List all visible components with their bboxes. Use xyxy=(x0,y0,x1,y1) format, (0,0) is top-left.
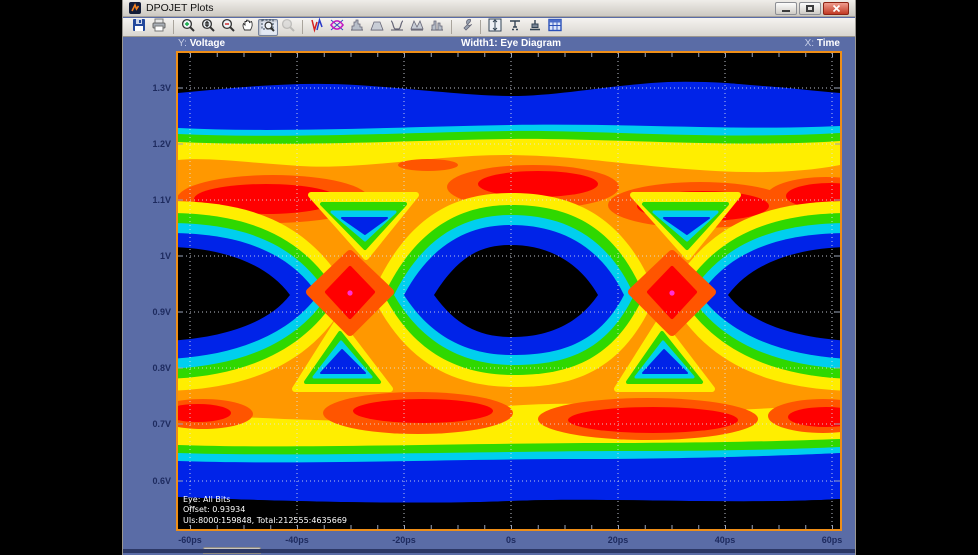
pan-hand-icon xyxy=(240,17,256,38)
x-tick-label: 0s xyxy=(505,535,517,545)
zoom-out-button[interactable] xyxy=(218,17,238,38)
configure-icon xyxy=(458,17,474,38)
zoom-undo-button[interactable] xyxy=(278,17,298,38)
zoom-out-icon xyxy=(220,17,236,38)
zoom-box-button[interactable] xyxy=(258,17,278,38)
save-icon xyxy=(131,17,147,38)
zoom-fit-button[interactable] xyxy=(198,17,218,38)
toolbar-separator xyxy=(451,20,452,34)
save-button[interactable] xyxy=(129,17,149,38)
annotation-line-2: Offset: 0.93934 xyxy=(183,505,246,514)
x-tick-label: 60ps xyxy=(821,535,843,545)
align-button[interactable] xyxy=(525,19,545,36)
plot-title: Width1: Eye Diagram xyxy=(461,38,561,49)
zoom-in-button[interactable] xyxy=(178,17,198,38)
x-tick-label: -20ps xyxy=(392,535,416,545)
vertical-cursors-button[interactable] xyxy=(485,17,505,38)
dpojet-plots-window: DPOJET Plots Y: Voltage Width1: Eye Diag… xyxy=(122,0,856,555)
zoom-box-icon xyxy=(260,17,276,38)
print-icon xyxy=(151,17,167,38)
x-tick-label: -60ps xyxy=(178,535,202,545)
plot-header: Y: Voltage Width1: Eye Diagram X: Time xyxy=(123,38,855,52)
summary-table-button[interactable] xyxy=(545,17,565,38)
maximize-icon xyxy=(806,4,814,12)
bathtub-plot-icon xyxy=(389,17,405,38)
toolbar-separator xyxy=(480,20,481,34)
trend-plot-button[interactable] xyxy=(307,16,327,38)
horizontal-cursors-button[interactable] xyxy=(505,19,525,36)
jitter-histogram-plot-button[interactable] xyxy=(427,19,447,36)
horizontal-cursors-icon xyxy=(507,17,523,38)
zoom-fit-icon xyxy=(200,17,216,38)
x-tick-label: 20ps xyxy=(607,535,629,545)
pan-hand-button[interactable] xyxy=(238,19,258,36)
spectrum-plot-icon xyxy=(369,17,385,38)
eye-diagram-heatmap xyxy=(178,53,840,529)
minimize-button[interactable] xyxy=(775,1,797,15)
annotation-line-1: Eye: All Bits xyxy=(183,494,231,504)
summary-table-icon xyxy=(547,17,563,38)
close-button[interactable] xyxy=(823,1,849,15)
window-controls xyxy=(775,1,849,15)
x-axis-title: X: Time xyxy=(804,38,840,49)
vertical-cursors-icon xyxy=(487,17,503,38)
y-tick-label: 0.7V xyxy=(152,419,171,429)
screen: DPOJET Plots Y: Voltage Width1: Eye Diag… xyxy=(0,0,978,555)
annotation-line-3: UIs:8000:159848, Total:212555:4635669 xyxy=(183,515,347,525)
dpojet-app-icon xyxy=(129,2,141,14)
y-tick-label: 1V xyxy=(159,251,171,261)
jitter-histogram-plot-icon xyxy=(429,17,445,38)
align-icon xyxy=(527,17,543,38)
bathtub-plot-button[interactable] xyxy=(387,19,407,36)
eye-diagram-plot-button[interactable] xyxy=(327,19,347,36)
mask-plot-icon xyxy=(409,17,425,38)
bottom-strip xyxy=(123,549,855,553)
eye-diagram-plot-icon xyxy=(329,17,345,38)
y-tick-label: 0.6V xyxy=(152,476,171,486)
zoom-in-icon xyxy=(180,17,196,38)
toolbar-separator xyxy=(302,20,303,34)
mask-plot-button[interactable] xyxy=(407,19,427,36)
minimize-icon xyxy=(782,9,790,12)
spectrum-plot-button[interactable] xyxy=(367,19,387,36)
trend-plot-icon xyxy=(309,16,325,38)
toolbar xyxy=(123,16,855,38)
x-tick-label: -40ps xyxy=(285,535,309,545)
print-button[interactable] xyxy=(149,17,169,38)
y-tick-label: 0.8V xyxy=(152,363,171,373)
maximize-button[interactable] xyxy=(799,1,821,15)
title-bar[interactable]: DPOJET Plots xyxy=(123,0,855,17)
y-tick-label: 1.1V xyxy=(152,195,171,205)
y-axis-title: Y: Voltage xyxy=(178,38,226,49)
y-tick-label: 0.9V xyxy=(152,307,171,317)
zoom-undo-icon xyxy=(280,17,296,38)
x-tick-label: 40ps xyxy=(714,535,736,545)
window-title: DPOJET Plots xyxy=(146,2,214,14)
y-tick-label: 1.3V xyxy=(152,83,171,93)
y-tick-label: 1.2V xyxy=(152,139,171,149)
histogram-plot-icon xyxy=(349,17,365,38)
close-icon xyxy=(832,4,840,12)
histogram-plot-button[interactable] xyxy=(347,19,367,36)
eye-statistics-annotation: Eye: All Bits Offset: 0.93934 UIs:8000:1… xyxy=(183,495,347,527)
toolbar-separator xyxy=(173,20,174,34)
configure-button[interactable] xyxy=(456,17,476,38)
eye-diagram-plot[interactable]: Eye: All Bits Offset: 0.93934 UIs:8000:1… xyxy=(176,51,842,531)
